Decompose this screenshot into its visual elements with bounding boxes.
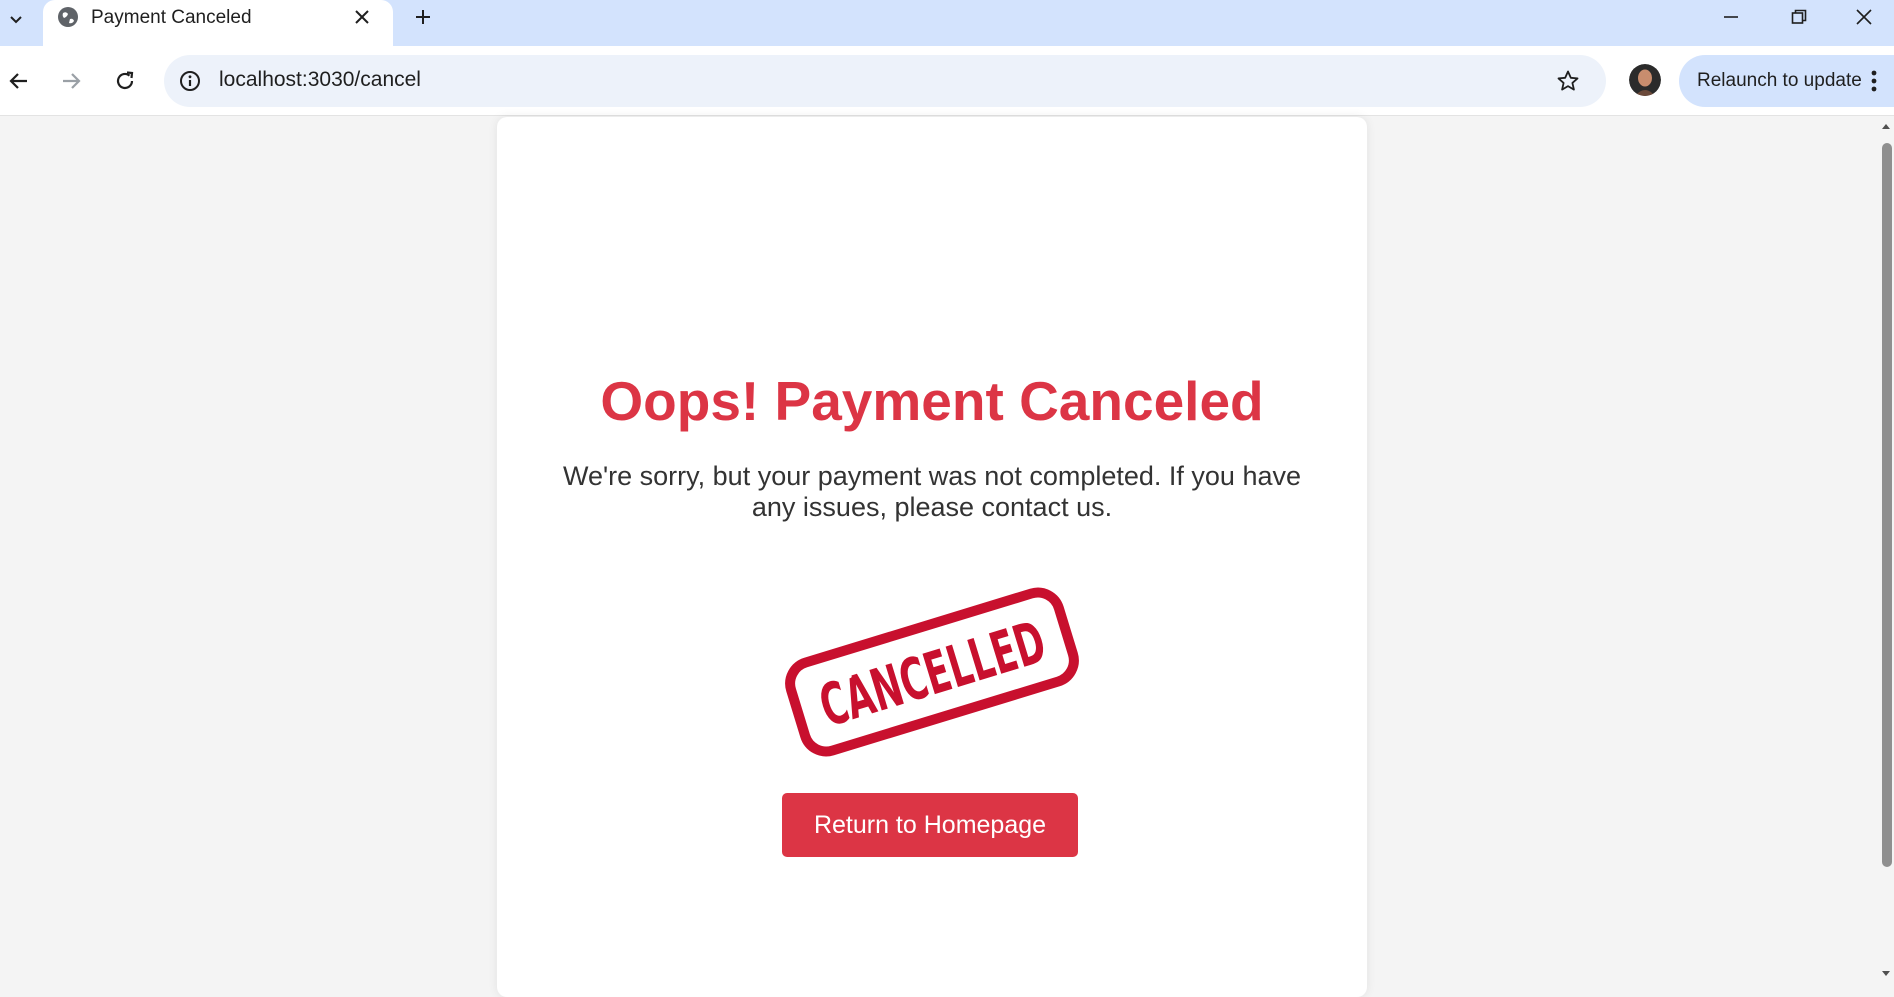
tab-title: Payment Canceled [91, 7, 252, 28]
minimize-button[interactable] [1697, 0, 1765, 34]
relaunch-label: Relaunch to update [1697, 70, 1862, 91]
back-button[interactable] [0, 62, 38, 100]
scroll-down-arrow-icon[interactable] [1881, 969, 1891, 979]
profile-avatar[interactable] [1629, 64, 1661, 96]
scroll-up-arrow-icon[interactable] [1881, 121, 1891, 131]
url-text[interactable]: localhost:3030/cancel [219, 68, 421, 92]
reload-button[interactable] [106, 62, 144, 100]
restore-icon [1791, 9, 1807, 24]
address-bar[interactable]: localhost:3030/cancel [164, 55, 1606, 107]
cancel-message: We're sorry, but your payment was not co… [562, 461, 1301, 522]
info-icon [180, 71, 200, 91]
close-icon [1855, 9, 1872, 25]
return-to-homepage-button[interactable]: Return to Homepage [782, 793, 1078, 857]
reload-icon [116, 71, 134, 90]
close-window-button[interactable] [1833, 0, 1894, 34]
close-icon [355, 10, 369, 24]
bookmark-button[interactable] [1554, 67, 1582, 95]
avatar-icon [1629, 64, 1661, 96]
cancelled-stamp-image: CANCELLED [785, 587, 1079, 757]
globe-icon [58, 7, 78, 27]
site-info-button[interactable] [176, 67, 204, 95]
chevron-down-icon [10, 16, 22, 24]
tab-close-button[interactable] [349, 4, 375, 30]
star-icon [1557, 70, 1579, 91]
tab-search-button[interactable] [0, 0, 32, 38]
relaunch-to-update-button[interactable]: Relaunch to update [1679, 55, 1894, 107]
page-title: Oops! Payment Canceled [600, 370, 1264, 432]
page-viewport: Oops! Payment Canceled We're sorry, but … [0, 117, 1894, 997]
browser-tab[interactable]: Payment Canceled [43, 0, 393, 46]
restore-button[interactable] [1765, 0, 1833, 34]
forward-button[interactable] [52, 62, 90, 100]
vertical-scrollbar[interactable] [1878, 117, 1894, 985]
plus-icon [416, 10, 430, 24]
arrow-right-icon [63, 73, 81, 89]
scrollbar-thumb[interactable] [1882, 143, 1892, 867]
cancel-card: Oops! Payment Canceled We're sorry, but … [497, 117, 1367, 997]
browser-toolbar: localhost:3030/cancel Relaunch to update [0, 46, 1894, 116]
more-vertical-icon [1871, 70, 1877, 92]
new-tab-button[interactable] [408, 2, 438, 32]
more-menu-button[interactable] [1866, 68, 1882, 94]
minimize-icon [1724, 16, 1738, 18]
arrow-left-icon [9, 73, 27, 89]
tab-strip: Payment Canceled [0, 0, 1894, 46]
